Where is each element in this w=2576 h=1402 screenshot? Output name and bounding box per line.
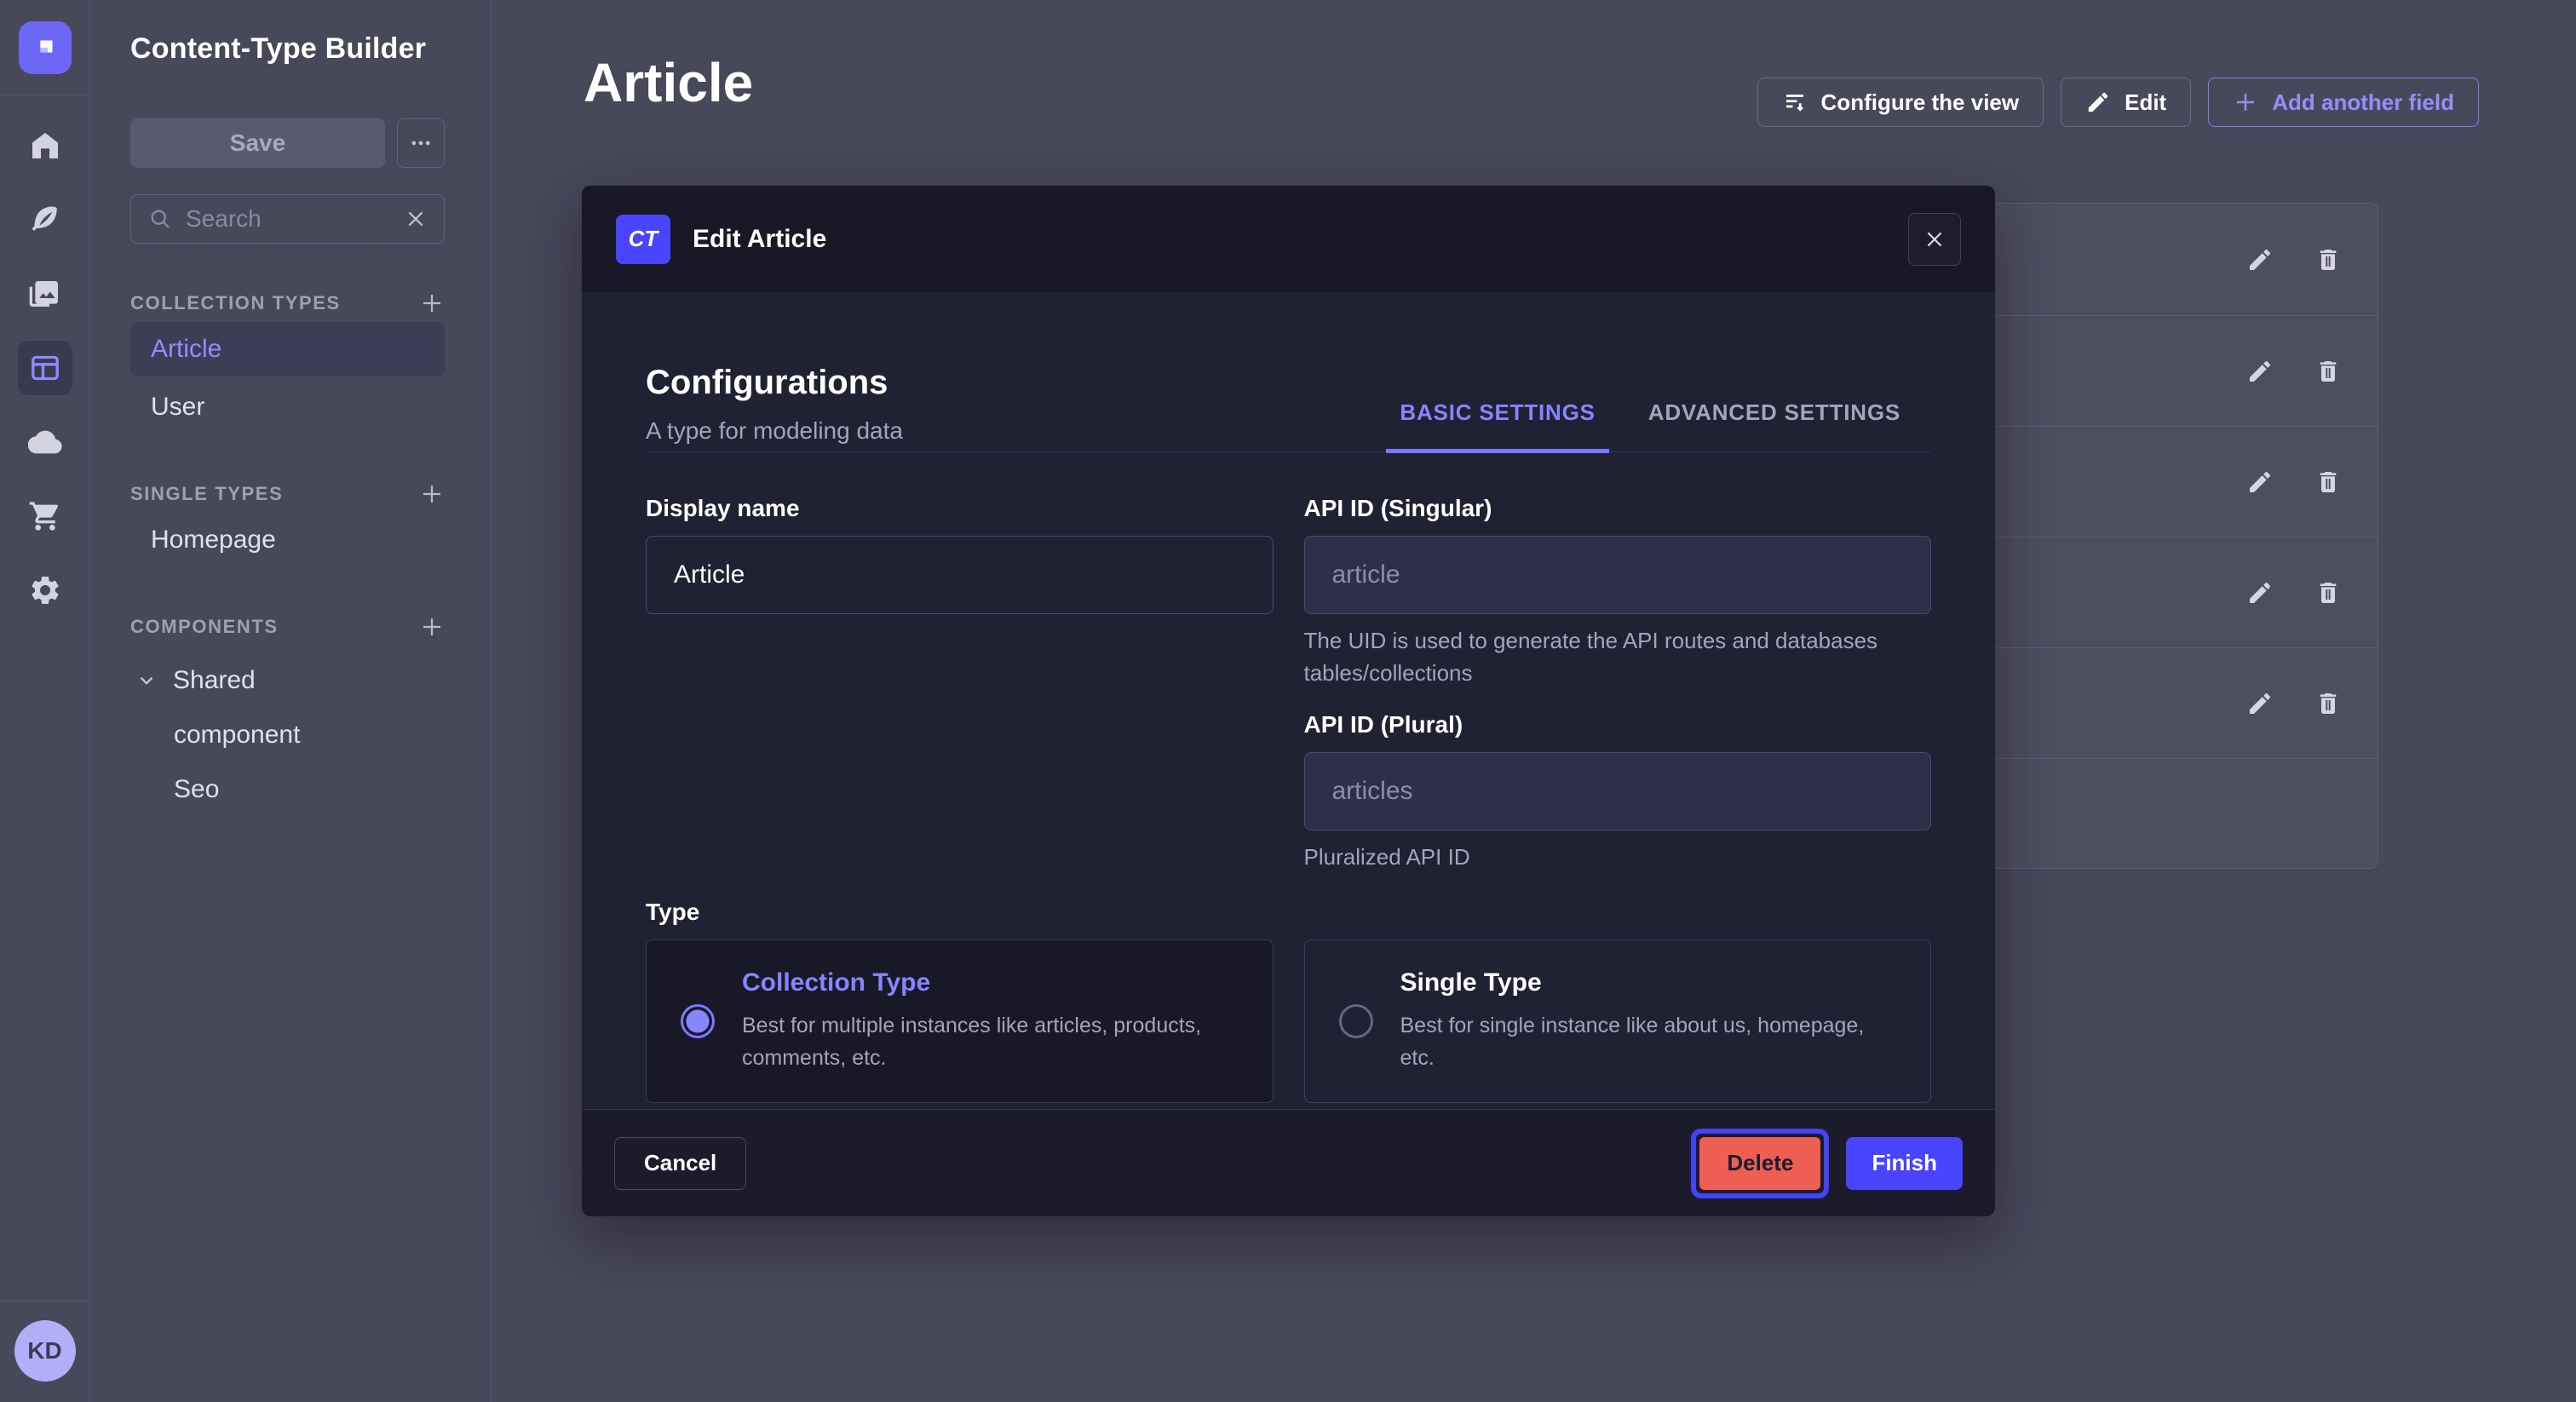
display-name-label: Display name (646, 495, 1274, 522)
single-type-desc: Best for single instance like about us, … (1400, 1009, 1895, 1074)
search-icon (148, 207, 172, 231)
single-types-header: SINGLE TYPES (130, 483, 283, 505)
close-icon (1923, 228, 1946, 250)
edit-field-icon[interactable] (2241, 241, 2279, 279)
home-icon[interactable] (18, 118, 72, 173)
cloud-icon[interactable] (18, 415, 72, 469)
plus-icon (2233, 89, 2258, 115)
avatar[interactable]: KD (14, 1320, 76, 1382)
collection-type-title: Collection Type (742, 968, 1236, 997)
radio-selected-icon[interactable] (681, 1004, 715, 1038)
toolbar: Configure the view Edit Add another fiel… (1757, 78, 2479, 127)
api-id-plural-label: API ID (Plural) (1304, 711, 1932, 738)
modal-body: Configurations A type for modeling data … (582, 292, 1995, 1109)
filter-lines-icon (1782, 89, 1808, 115)
more-options-button[interactable] (397, 118, 445, 168)
clear-search-icon[interactable] (405, 208, 427, 230)
page-title: Article (584, 51, 753, 114)
api-id-plural-input[interactable] (1304, 752, 1932, 830)
single-type-option[interactable]: Single Type Best for single instance lik… (1304, 939, 1932, 1103)
finish-button[interactable]: Finish (1846, 1137, 1963, 1190)
nav-rail: KD (0, 0, 90, 1402)
api-id-singular-label: API ID (Singular) (1304, 495, 1932, 522)
delete-field-icon[interactable] (2309, 574, 2347, 612)
edit-button[interactable]: Edit (2061, 78, 2191, 127)
api-id-singular-input[interactable] (1304, 536, 1932, 614)
feather-icon[interactable] (18, 192, 72, 247)
edit-field-icon[interactable] (2241, 574, 2279, 612)
edit-field-icon[interactable] (2241, 353, 2279, 390)
delete-field-icon[interactable] (2309, 353, 2347, 390)
configurations-heading: Configurations (646, 364, 903, 402)
sidebar-group-shared[interactable]: Shared (135, 666, 445, 695)
strapi-logo-icon[interactable] (19, 21, 72, 74)
save-button[interactable]: Save (130, 118, 385, 168)
chevron-down-icon (135, 669, 158, 692)
configurations-subheading: A type for modeling data (646, 417, 903, 445)
tab-advanced-settings[interactable]: ADVANCED SETTINGS (1635, 399, 1914, 451)
sidebar-item-article[interactable]: Article (130, 322, 445, 376)
delete-button[interactable]: Delete (1699, 1137, 1820, 1190)
add-single-type-button[interactable] (419, 481, 445, 507)
sidebar-item-homepage[interactable]: Homepage (130, 513, 445, 567)
delete-field-icon[interactable] (2309, 241, 2347, 279)
search-input[interactable]: Search (130, 194, 445, 244)
single-type-title: Single Type (1400, 968, 1895, 997)
settings-gear-icon[interactable] (18, 563, 72, 618)
app-title: Content-Type Builder (130, 32, 445, 66)
delete-field-icon[interactable] (2309, 463, 2347, 501)
modal-title: Edit Article (693, 225, 826, 254)
collection-type-option[interactable]: Collection Type Best for multiple instan… (646, 939, 1274, 1103)
logo-container (0, 0, 89, 95)
modal-header: CT Edit Article (582, 186, 1995, 292)
radio-unselected-icon[interactable] (1339, 1004, 1373, 1038)
sidebar: Content-Type Builder Save Search COLLECT… (91, 0, 492, 1402)
rail-bottom: KD (0, 1301, 89, 1402)
collection-type-desc: Best for multiple instances like article… (742, 1009, 1236, 1074)
delete-button-focus-ring: Delete (1691, 1129, 1829, 1198)
add-collection-type-button[interactable] (419, 290, 445, 316)
delete-field-icon[interactable] (2309, 685, 2347, 722)
modal-footer: Cancel Delete Finish (582, 1109, 1995, 1216)
sidebar-item-user[interactable]: User (130, 380, 445, 434)
collection-types-header: COLLECTION TYPES (130, 292, 341, 314)
api-id-plural-helper: Pluralized API ID (1304, 841, 1932, 873)
components-header: COMPONENTS (130, 616, 279, 638)
sidebar-item-component[interactable]: component (174, 721, 445, 750)
configure-view-button[interactable]: Configure the view (1757, 78, 2044, 127)
rail-nav (0, 95, 89, 618)
media-library-icon[interactable] (18, 267, 72, 321)
cancel-button[interactable]: Cancel (614, 1137, 746, 1190)
search-placeholder: Search (186, 205, 391, 233)
add-component-button[interactable] (419, 614, 445, 640)
close-modal-button[interactable] (1908, 213, 1961, 266)
settings-tabs: BASIC SETTINGS ADVANCED SETTINGS (1386, 399, 1914, 451)
edit-modal: CT Edit Article Configurations A type fo… (582, 186, 1995, 1216)
display-name-input[interactable] (646, 536, 1274, 614)
sidebar-group-label: Shared (173, 666, 256, 695)
content-type-badge: CT (616, 215, 670, 264)
edit-field-icon[interactable] (2241, 685, 2279, 722)
edit-field-icon[interactable] (2241, 463, 2279, 501)
pencil-icon (2085, 89, 2111, 115)
sidebar-item-seo[interactable]: Seo (174, 775, 445, 804)
app-root: KD Content-Type Builder Save Search COLL… (0, 0, 2576, 1402)
cart-icon[interactable] (18, 489, 72, 543)
api-id-singular-helper: The UID is used to generate the API rout… (1304, 624, 1932, 689)
content-type-builder-icon[interactable] (18, 341, 72, 395)
tab-basic-settings[interactable]: BASIC SETTINGS (1386, 399, 1608, 453)
add-another-field-button[interactable]: Add another field (2208, 78, 2479, 127)
type-label: Type (646, 899, 1931, 926)
